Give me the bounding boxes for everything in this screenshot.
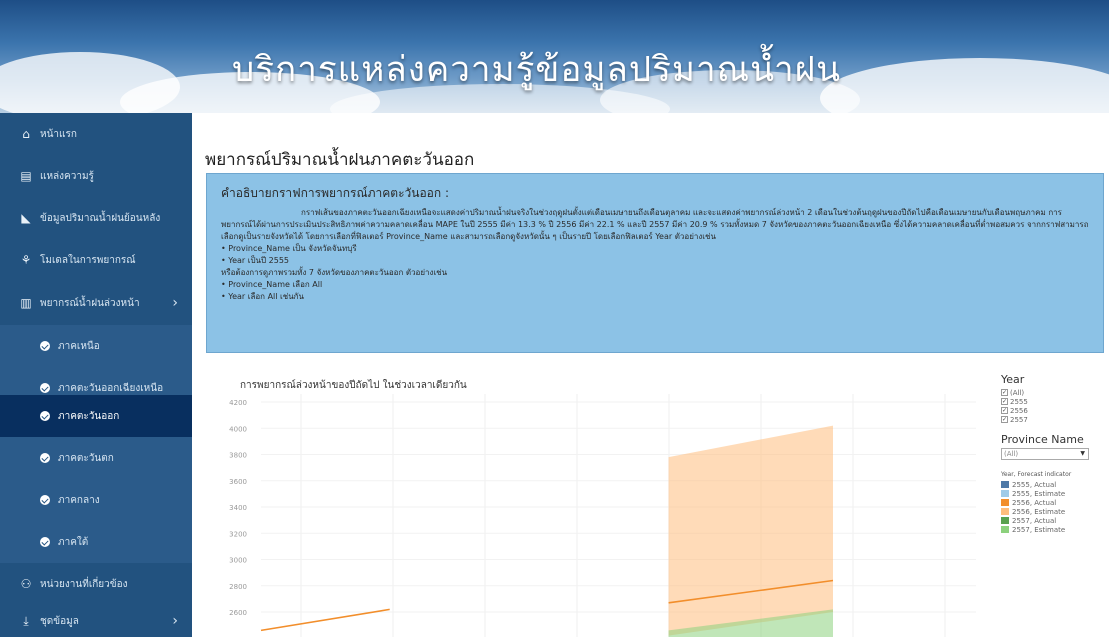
- year-option[interactable]: ✓ 2555: [1001, 397, 1101, 406]
- sidebar-item-label: พยากรณ์น้ำฝนล่วงหน้า: [40, 297, 140, 309]
- sidebar-item-label: โมเดลในการพยากรณ์: [40, 254, 136, 266]
- checkbox-icon: ✓: [1001, 398, 1008, 405]
- description-line: • Province_Name เป็น จังหวัดจันทบุรี: [221, 244, 357, 253]
- checkbox-icon: ✓: [1001, 416, 1008, 423]
- legend-item[interactable]: 2555, Actual: [1001, 480, 1101, 489]
- sidebar-item-label: แหล่งความรู้: [40, 170, 94, 182]
- year-filter-title: Year: [1001, 373, 1025, 386]
- y-tick-label: 3000: [229, 557, 247, 565]
- sidebar-subitem-label: ภาคกลาง: [58, 494, 100, 506]
- description-line: • Year เลือก All เช่นกัน: [221, 292, 304, 301]
- sidebar-subitem-label: ภาคตะวันออก: [58, 410, 120, 422]
- description-line: • Year เป็นปี 2555: [221, 256, 290, 265]
- actual-series-line[interactable]: [260, 608, 390, 632]
- y-tick-label: 2800: [229, 583, 247, 591]
- book-icon: ▤: [20, 169, 32, 183]
- filter-legend-panel: Year ✓ (All) ✓ 2555 ✓ 2556 ✓ 2557 Province N…: [1001, 373, 1101, 534]
- y-tick-label: 3800: [229, 452, 247, 460]
- legend-item[interactable]: 2556, Estimate: [1001, 507, 1101, 516]
- sidebar-subitem-east[interactable]: ภาคตะวันออก: [0, 395, 192, 437]
- y-tick-label: 4000: [229, 425, 247, 433]
- sidebar-item-forecast[interactable]: ▥ พยากรณ์น้ำฝนล่วงหน้า ›: [0, 281, 192, 325]
- check-circle-icon: [40, 341, 50, 351]
- site-title: บริการแหล่งความรู้ข้อมูลปริมาณน้ำฝน: [232, 50, 842, 90]
- swatch: [1001, 526, 1009, 533]
- province-filter-title: Province Name: [1001, 433, 1084, 446]
- sidebar-item-label: หน่วยงานที่เกี่ยวข้อง: [40, 578, 128, 590]
- checkbox-icon: ✓: [1001, 389, 1008, 396]
- sitemap-icon: ⚘: [20, 253, 32, 267]
- forecast-chart[interactable]: 4200 4000 3800 3600 3400 3200 3000 2800 2600: [206, 390, 986, 637]
- legend-item[interactable]: 2557, Estimate: [1001, 525, 1101, 534]
- sidebar-subitem-south[interactable]: ภาคใต้: [0, 521, 192, 563]
- chart-icon: ◣: [21, 211, 31, 225]
- sidebar-subitem-west[interactable]: ภาคตะวันตก: [0, 437, 192, 479]
- estimate-band[interactable]: [668, 425, 833, 636]
- sidebar: ⌂ หน้าแรก ▤ แหล่งความรู้ ◣ ข้อมูลปริมาณน…: [0, 113, 192, 637]
- sidebar-item-label: หน้าแรก: [40, 128, 77, 140]
- y-tick-label: 3400: [229, 504, 247, 512]
- swatch: [1001, 490, 1009, 497]
- swatch: [1001, 517, 1009, 524]
- sidebar-subitem-label: ภาคเหนือ: [58, 340, 100, 352]
- legend-item[interactable]: 2557, Actual: [1001, 516, 1101, 525]
- legend-item[interactable]: 2556, Actual: [1001, 498, 1101, 507]
- sidebar-item-home[interactable]: ⌂ หน้าแรก: [0, 113, 192, 155]
- legend-item[interactable]: 2555, Estimate: [1001, 489, 1101, 498]
- sidebar-item-label: ชุดข้อมูล: [40, 615, 79, 627]
- y-tick-label: 4200: [229, 399, 247, 407]
- chevron-right-icon: ›: [172, 295, 178, 311]
- description-paragraph: กราฟเส้นของภาคตะวันออกเฉียงเหนือจะแสดงค่…: [221, 208, 1089, 241]
- check-circle-icon: [40, 453, 50, 463]
- y-tick-label: 3200: [229, 530, 247, 538]
- sidebar-subitem-label: ภาคตะวันตก: [58, 452, 114, 464]
- year-option[interactable]: ✓ (All): [1001, 388, 1101, 397]
- y-tick-label: 2600: [229, 609, 247, 617]
- description-line: หรือต้องการดูภาพรวมทั้ง 7 จังหวัดของภาคต…: [221, 268, 448, 277]
- sidebar-subitem-label: ภาคใต้: [58, 536, 89, 548]
- check-circle-icon: [40, 383, 50, 393]
- description-box: คำอธิบายกราฟการพยากรณ์ภาคตะวันออก : กราฟ…: [206, 173, 1104, 353]
- bar-chart-icon: ▥: [20, 296, 32, 310]
- sidebar-item-agencies[interactable]: ⚇ หน่วยงานที่เกี่ยวข้อง: [0, 563, 192, 605]
- description-heading: คำอธิบายกราฟการพยากรณ์ภาคตะวันออก :: [221, 186, 449, 200]
- sidebar-subitem-north[interactable]: ภาคเหนือ: [0, 325, 192, 367]
- header-banner: บริการแหล่งความรู้ข้อมูลปริมาณน้ำฝน: [0, 0, 1109, 113]
- swatch: [1001, 508, 1009, 515]
- chevron-right-icon: ›: [172, 613, 178, 629]
- indicator-legend-title: Year, Forecast indicator: [1001, 471, 1072, 478]
- province-select[interactable]: (All) ▼: [1001, 448, 1089, 460]
- check-circle-icon: [40, 411, 50, 421]
- sidebar-item-datasets[interactable]: ⤓ ชุดข้อมูล ›: [0, 605, 192, 637]
- sidebar-subitem-label: ภาคตะวันออกเฉียงเหนือ: [58, 382, 164, 394]
- sidebar-item-historical-rainfall[interactable]: ◣ ข้อมูลปริมาณน้ำฝนย้อนหลัง: [0, 197, 192, 239]
- description-line: • Province_Name เลือก All: [221, 280, 323, 289]
- sidebar-item-knowledge[interactable]: ▤ แหล่งความรู้: [0, 155, 192, 197]
- checkbox-icon: ✓: [1001, 407, 1008, 414]
- page-title: พยากรณ์ปริมาณน้ำฝนภาคตะวันออก: [205, 150, 475, 170]
- sidebar-item-label: ข้อมูลปริมาณน้ำฝนย้อนหลัง: [40, 212, 161, 224]
- swatch: [1001, 499, 1009, 506]
- home-icon: ⌂: [22, 127, 30, 141]
- y-tick-label: 3600: [229, 478, 247, 486]
- sidebar-item-models[interactable]: ⚘ โมเดลในการพยากรณ์: [0, 239, 192, 281]
- check-circle-icon: [40, 495, 50, 505]
- year-option[interactable]: ✓ 2557: [1001, 415, 1101, 424]
- download-icon: ⤓: [23, 613, 29, 628]
- swatch: [1001, 481, 1009, 488]
- sidebar-subitem-central[interactable]: ภาคกลาง: [0, 479, 192, 521]
- people-icon: ⚇: [20, 577, 32, 591]
- caret-down-icon: ▼: [1080, 450, 1085, 457]
- check-circle-icon: [40, 537, 50, 547]
- year-option[interactable]: ✓ 2556: [1001, 406, 1101, 415]
